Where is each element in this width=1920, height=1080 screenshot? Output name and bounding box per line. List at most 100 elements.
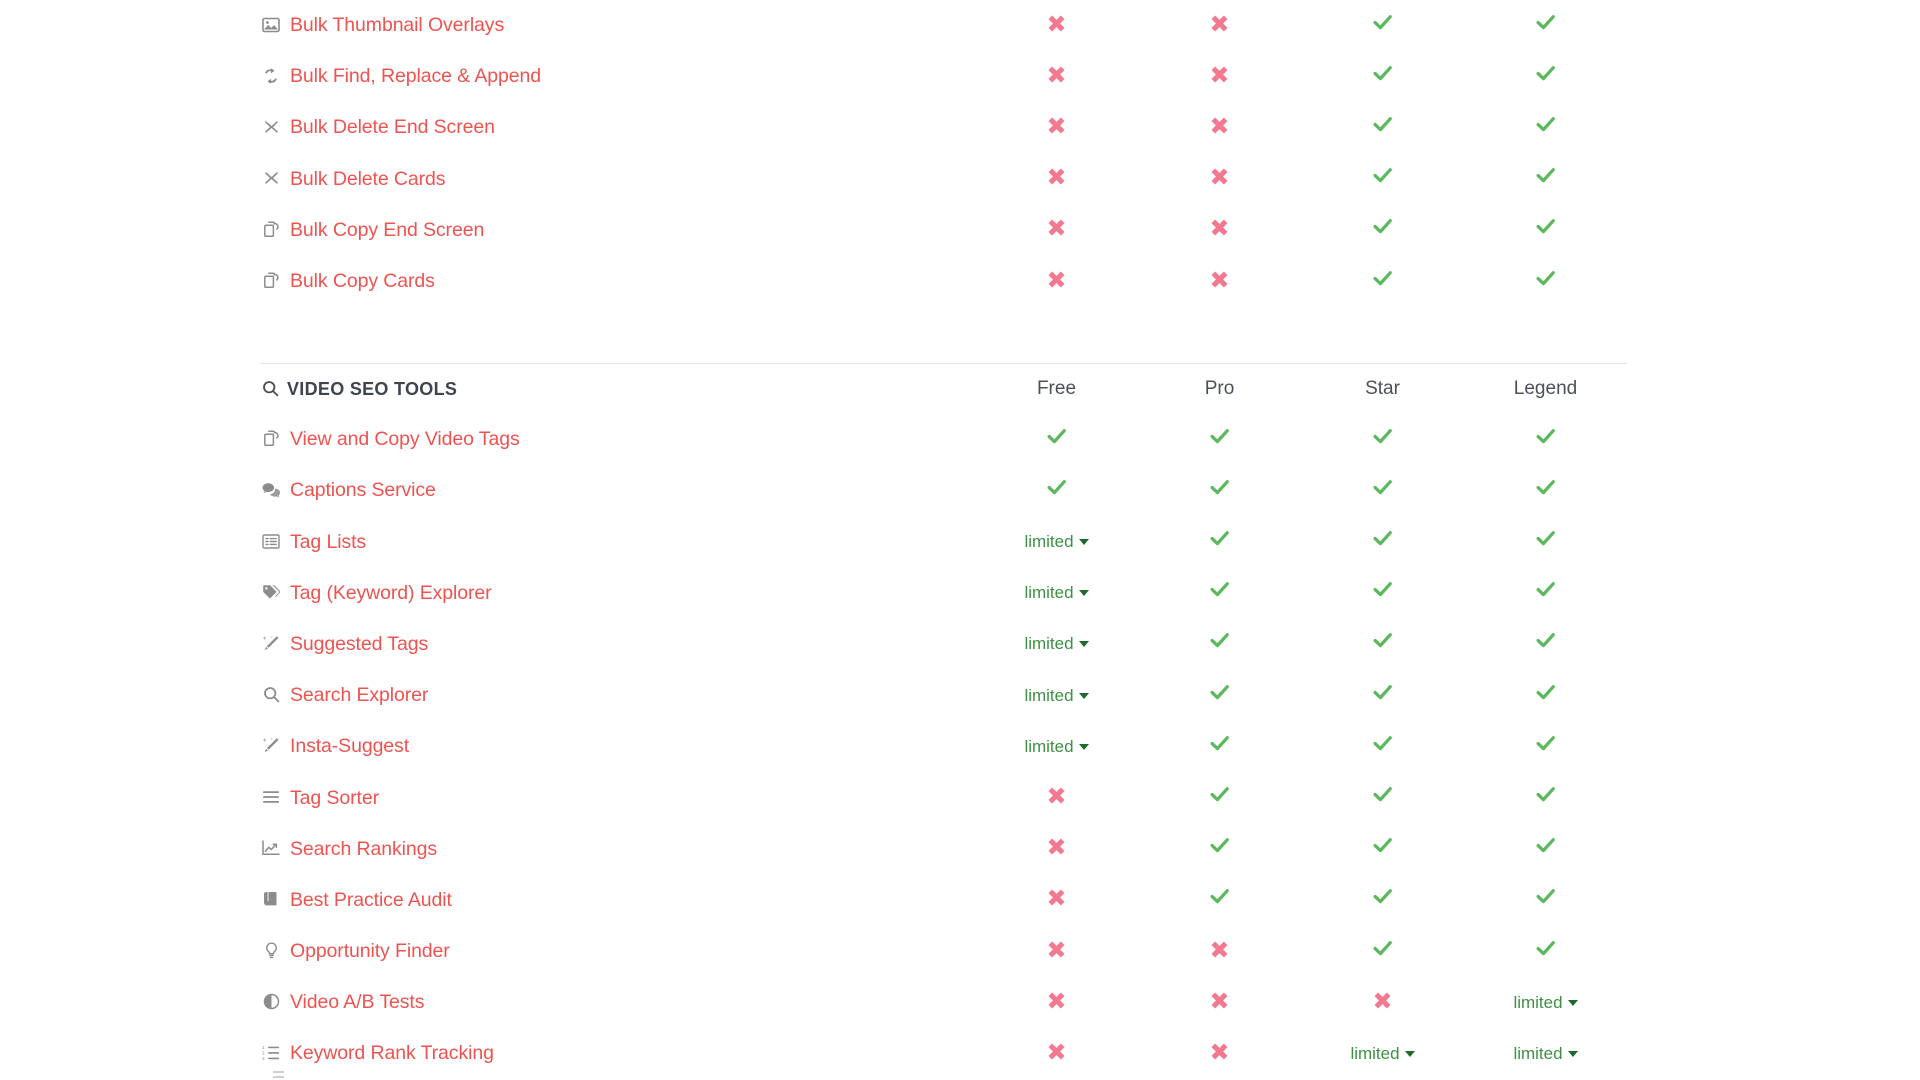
check-icon (1535, 786, 1556, 805)
plan-cell-legend (1464, 670, 1627, 721)
plan-cell-free[interactable]: limited (975, 568, 1138, 619)
ordered-list-icon: 123 (260, 1045, 282, 1061)
feature-link[interactable]: Tag Sorter (282, 787, 379, 810)
plan-cell-star (1301, 256, 1464, 307)
feature-link[interactable]: Tag Lists (282, 531, 366, 554)
section-title: VIDEO SEO TOOLS (260, 364, 975, 414)
check-icon (1372, 479, 1393, 498)
plan-cell-star (1301, 51, 1464, 102)
feature-link[interactable]: Suggested Tags (282, 633, 428, 656)
chevron-down-icon (1078, 590, 1089, 597)
bars-icon (260, 790, 282, 804)
table-row: Opportunity Finder (260, 926, 1627, 977)
chevron-down-icon (1567, 1050, 1578, 1057)
feature-name-cell: View and Copy Video Tags (260, 414, 975, 465)
plan-cell-free (975, 102, 1138, 153)
svg-text:1: 1 (262, 1045, 265, 1050)
feature-link[interactable]: Best Practice Audit (282, 889, 452, 912)
limited-dropdown[interactable]: limited (1024, 737, 1089, 757)
check-icon (1046, 479, 1067, 498)
limited-dropdown[interactable]: limited (1024, 686, 1089, 706)
plan-cell-star (1301, 875, 1464, 926)
plan-cell-legend (1464, 824, 1627, 875)
cross-icon (1210, 116, 1229, 135)
feature-link[interactable]: Tag (Keyword) Explorer (282, 582, 492, 605)
plan-cell-free[interactable]: limited (975, 619, 1138, 670)
plan-cell-pro (1138, 824, 1301, 875)
plan-cell-free[interactable]: limited (975, 670, 1138, 721)
check-icon (1535, 218, 1556, 237)
feature-link[interactable]: Captions Service (282, 479, 436, 502)
limited-dropdown[interactable]: limited (1024, 583, 1089, 603)
feature-link[interactable]: Keyword Rank Tracking (282, 1042, 494, 1065)
feature-link[interactable]: Bulk Copy End Screen (282, 219, 484, 242)
check-icon (1209, 837, 1230, 856)
feature-link[interactable]: Video A/B Tests (282, 991, 424, 1014)
feature-link[interactable]: Bulk Thumbnail Overlays (282, 14, 504, 37)
feature-link[interactable]: Opportunity Finder (282, 940, 450, 963)
feature-name-cell: 1 2 3 Keyword Rank Tracking (260, 1028, 975, 1079)
feature-link[interactable]: Bulk Copy Cards (282, 270, 435, 293)
cross-icon (1047, 940, 1066, 959)
feature-link[interactable]: Bulk Delete Cards (282, 168, 446, 191)
check-icon (1372, 684, 1393, 703)
plan-cell-star[interactable]: limited (1301, 1028, 1464, 1079)
chevron-down-icon (1078, 743, 1089, 750)
copy-icon (260, 221, 282, 238)
plan-cell-free (975, 0, 1138, 51)
feature-name-cell: Video A/B Tests (260, 977, 975, 1028)
plan-cell-star (1301, 977, 1464, 1028)
plan-cell-pro (1138, 875, 1301, 926)
list-box-icon (260, 533, 282, 549)
check-icon (1535, 735, 1556, 754)
cross-icon (1210, 167, 1229, 186)
feature-link[interactable]: Bulk Delete End Screen (282, 116, 495, 139)
feature-link[interactable]: View and Copy Video Tags (282, 428, 520, 451)
limited-dropdown[interactable]: limited (1350, 1044, 1415, 1064)
line-chart-icon (260, 840, 282, 856)
plan-cell-star (1301, 619, 1464, 670)
plan-cell-free[interactable]: limited (975, 517, 1138, 568)
feature-name-cell: Tag Lists (260, 517, 975, 568)
limited-dropdown[interactable]: limited (1024, 634, 1089, 654)
feature-name-cell: Bulk Delete End Screen (260, 102, 975, 153)
feature-link[interactable]: Bulk Find, Replace & Append (282, 65, 541, 88)
cross-icon (1047, 65, 1066, 84)
cross-icon (1047, 1042, 1066, 1061)
check-icon (1372, 218, 1393, 237)
check-icon (1209, 786, 1230, 805)
table-row: Search Rankings (260, 824, 1627, 875)
plan-cell-legend (1464, 465, 1627, 516)
feature-link[interactable]: Search Explorer (282, 684, 428, 707)
feature-name-cell: Insta-Suggest (260, 721, 975, 772)
plan-cell-star (1301, 824, 1464, 875)
search-icon (260, 686, 282, 703)
limited-dropdown[interactable]: limited (1513, 1044, 1578, 1064)
chevron-down-icon (1078, 539, 1089, 546)
plan-cell-legend[interactable]: limited (1464, 977, 1627, 1028)
limited-dropdown[interactable]: limited (1024, 532, 1089, 552)
book-icon (260, 891, 282, 907)
check-icon (1372, 167, 1393, 186)
plan-cell-pro (1138, 1028, 1301, 1079)
plan-cell-legend[interactable]: limited (1464, 1028, 1627, 1079)
chevron-down-icon (1567, 999, 1578, 1006)
feature-link[interactable]: Search Rankings (282, 838, 437, 861)
plan-cell-free[interactable]: limited (975, 721, 1138, 772)
plan-cell-free (975, 414, 1138, 465)
table-row: Video A/B Tests limited (260, 977, 1627, 1028)
feature-link[interactable]: Insta-Suggest (282, 735, 409, 758)
close-x-icon (260, 170, 282, 186)
check-icon (1372, 65, 1393, 84)
svg-text:2: 2 (262, 1050, 265, 1055)
cross-icon (1210, 991, 1229, 1010)
plan-cell-pro (1138, 465, 1301, 516)
check-icon (1209, 479, 1230, 498)
plan-cell-legend (1464, 517, 1627, 568)
plan-cell-free (975, 824, 1138, 875)
feature-comparison-table: Bulk Thumbnail Overlays Bulk Find, Replac… (260, 0, 1627, 1080)
check-icon (1535, 428, 1556, 447)
feature-name-cell: Bulk Thumbnail Overlays (260, 0, 975, 51)
plan-cell-legend (1464, 154, 1627, 205)
limited-dropdown[interactable]: limited (1513, 993, 1578, 1013)
